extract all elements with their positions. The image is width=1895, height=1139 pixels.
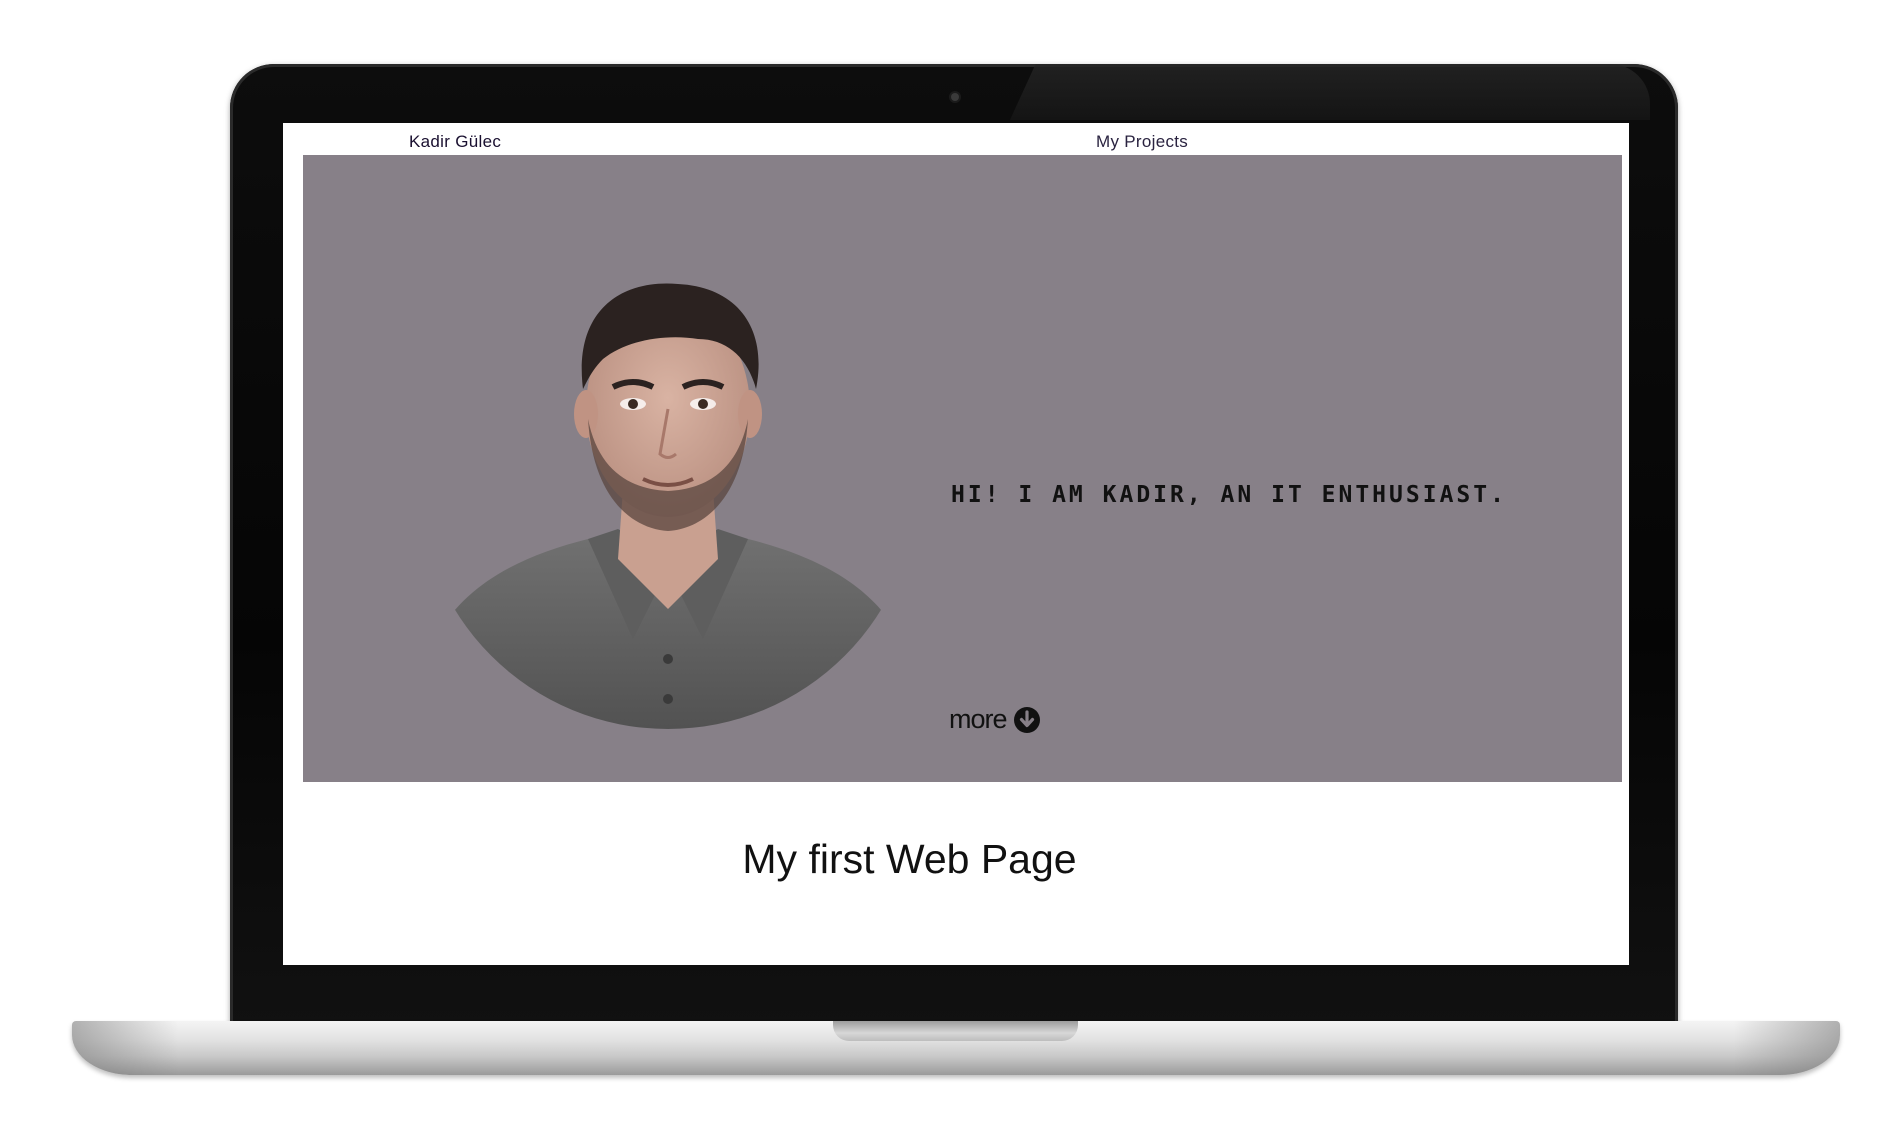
hero-tagline: HI! I AM KADIR, AN IT ENTHUSIAST. <box>951 482 1507 508</box>
device-mockup: Kadir Gülec My Projects HI! I AM KADIR, … <box>0 0 1895 1139</box>
camera-icon <box>951 93 959 101</box>
more-label: more <box>949 704 1008 734</box>
laptop-screen: Kadir Gülec My Projects HI! I AM KADIR, … <box>283 123 1629 965</box>
nav-link-my-projects[interactable]: My Projects <box>1096 132 1188 152</box>
more-button[interactable]: more <box>949 704 1041 735</box>
page-title: My first Web Page <box>742 836 1077 882</box>
lid-glare <box>1010 64 1650 120</box>
hero-section: HI! I AM KADIR, AN IT ENTHUSIAST. more <box>303 155 1622 782</box>
arrow-down-circle-icon <box>1013 706 1040 733</box>
navbar: Kadir Gülec My Projects <box>283 123 1629 155</box>
nav-brand[interactable]: Kadir Gülec <box>409 132 501 152</box>
profile-photo <box>418 283 918 729</box>
laptop-hinge-notch <box>833 1021 1078 1041</box>
